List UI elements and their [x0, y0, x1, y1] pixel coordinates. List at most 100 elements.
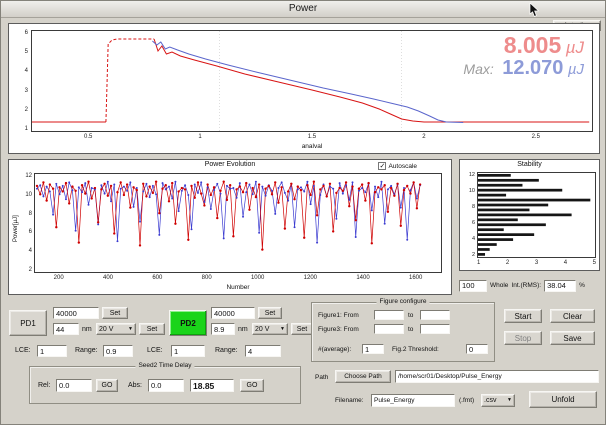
abs-go-button[interactable]: GO [240, 379, 264, 392]
tick-label: 1000 [251, 275, 264, 281]
average-field[interactable]: 1 [362, 344, 384, 354]
max-energy: Max: 12.070 µJ [463, 58, 584, 80]
autoscale-checkbox-row[interactable]: ✓ Autoscale [378, 162, 417, 170]
chevron-down-icon: ▼ [507, 398, 512, 403]
pd1-voltage-value: 20 V [99, 326, 113, 333]
format-select[interactable]: .csv ▼ [481, 394, 515, 407]
start-button[interactable]: Start [504, 309, 542, 323]
max-energy-unit: µJ [568, 61, 584, 78]
pd1-gain-field[interactable]: 40000 [53, 307, 99, 319]
window-titlebar[interactable]: Power [1, 1, 605, 18]
rel-delay-field[interactable]: 0.0 [56, 379, 92, 392]
stability-plot: Stability 12108642 12345 [459, 159, 600, 271]
average-label: #(average): [318, 346, 351, 353]
figure1-to-field[interactable] [420, 310, 450, 320]
current-energy-value: 8.005 [504, 32, 562, 58]
format-label: (.fmt) [459, 397, 474, 404]
filename-label: Filename: [335, 397, 364, 404]
main-plot-x-axis-ticks: 0.511.522.5 [31, 134, 593, 142]
rel-go-button[interactable]: GO [96, 379, 118, 392]
pd2-voltage-select[interactable]: 20 V ▼ [252, 323, 288, 335]
pd1-gain-set-button[interactable]: Set [102, 307, 128, 319]
stability-plot-area [477, 172, 596, 258]
pd2-nm-label: nm [238, 326, 248, 333]
unfold-button[interactable]: Unfold [529, 391, 597, 408]
figure-configure-panel: Figure configure Figure1: From to Figure… [311, 302, 495, 362]
stats-row: 100 Whole Int.(RMS): 38.04 % [459, 278, 603, 293]
energy-readout: 8.005 µJ Max: 12.070 µJ [463, 33, 584, 79]
tick-label: 1600 [409, 275, 422, 281]
figure3-to-field[interactable] [420, 324, 450, 334]
pd2-wavelength-field[interactable]: 8.9 [211, 323, 235, 335]
tick-label: 2 [506, 260, 509, 266]
tick-label: 1 [477, 260, 480, 266]
tick-label: 2 [29, 267, 32, 273]
save-button[interactable]: Save [550, 331, 595, 345]
threshold-field[interactable]: 0 [466, 344, 488, 354]
figure3-from-field[interactable] [374, 324, 404, 334]
tick-label: 1200 [304, 275, 317, 281]
tick-label: 5 [25, 49, 28, 55]
figure1-from-label: Figure1: From [318, 312, 359, 319]
pd1-button[interactable]: PD1 [9, 310, 47, 336]
tick-label: 2 [472, 252, 475, 258]
app-window: Power Autoalign 654321 8.005 µJ Max: 12.… [0, 0, 606, 425]
abs-delay-field[interactable]: 0.0 [148, 379, 184, 392]
max-label: Max: [463, 61, 493, 77]
tick-label: 10 [469, 188, 475, 194]
pd1-wavelength-field[interactable]: 44 [53, 323, 79, 335]
pd2-gain-field[interactable]: 40000 [211, 307, 255, 319]
lce1-field[interactable]: 1 [37, 345, 67, 357]
pd1-voltage-set-button[interactable]: Set [139, 323, 165, 335]
figure3-to-label: to [408, 326, 413, 333]
range1-field[interactable]: 0.9 [103, 345, 133, 357]
pd2-button[interactable]: PD2 [169, 310, 207, 336]
lce2-field[interactable]: 1 [171, 345, 205, 357]
power-evolution-plot: Power Evolution ✓ Autoscale Power[µJ] 12… [8, 159, 452, 295]
rms-label: Int.(RMS): [511, 282, 541, 289]
autoscale-checkbox[interactable]: ✓ [378, 162, 386, 170]
evolution-x-axis-ticks: 2004006008001000120014001600 [34, 275, 442, 281]
stability-title: Stability [460, 161, 599, 168]
pd2-voltage-set-button[interactable]: Set [291, 323, 313, 335]
tick-label: 1 [25, 126, 28, 132]
clear-button[interactable]: Clear [550, 309, 595, 323]
rms-value-field[interactable]: 38.04 [544, 280, 576, 292]
tick-label: 5 [593, 260, 596, 266]
stop-button[interactable]: Stop [504, 331, 542, 345]
stability-x-axis-ticks: 12345 [477, 260, 596, 266]
seed2-time-delay-panel: Seed2 Time Delay Rel: 0.0 GO Abs: 0.0 18… [29, 366, 301, 404]
percent-label: % [579, 282, 585, 289]
max-energy-value: 12.070 [502, 57, 563, 79]
mouse-cursor-icon [529, 3, 541, 18]
tick-label: 6 [25, 30, 28, 36]
range1-label: Range: [75, 347, 98, 354]
stability-plot-canvas [478, 173, 595, 257]
filename-field[interactable]: Pulse_Energy [371, 394, 455, 407]
whole-label: Whole [490, 282, 508, 289]
format-value: .csv [484, 397, 496, 404]
range2-field[interactable]: 4 [245, 345, 281, 357]
choose-path-button[interactable]: Choose Path [335, 370, 391, 383]
abs-position-display: 18.85 [190, 379, 234, 392]
path-label: Path [315, 374, 328, 381]
whole-count-field[interactable]: 100 [459, 280, 487, 292]
tick-label: 200 [54, 275, 64, 281]
tick-label: 4 [25, 68, 28, 74]
tick-label: 12 [25, 173, 32, 179]
figure1-from-field[interactable] [374, 310, 404, 320]
tick-label: 1 [198, 134, 201, 142]
chevron-down-icon: ▼ [280, 327, 285, 332]
lce2-label: LCE: [147, 347, 163, 354]
main-plot-area: 8.005 µJ Max: 12.070 µJ [31, 30, 593, 132]
tick-label: 2 [25, 107, 28, 113]
path-field[interactable]: /home/scr01/Desktop/Pulse_Energy [395, 370, 599, 383]
pd2-gain-set-button[interactable]: Set [258, 307, 282, 319]
seed2-panel-title: Seed2 Time Delay [135, 362, 194, 369]
tick-label: 1400 [356, 275, 369, 281]
pd1-voltage-select[interactable]: 20 V ▼ [96, 323, 136, 335]
pd1-nm-label: nm [82, 326, 92, 333]
tick-label: 8 [472, 204, 475, 210]
lce1-label: LCE: [15, 347, 31, 354]
current-energy: 8.005 µJ [463, 33, 584, 58]
